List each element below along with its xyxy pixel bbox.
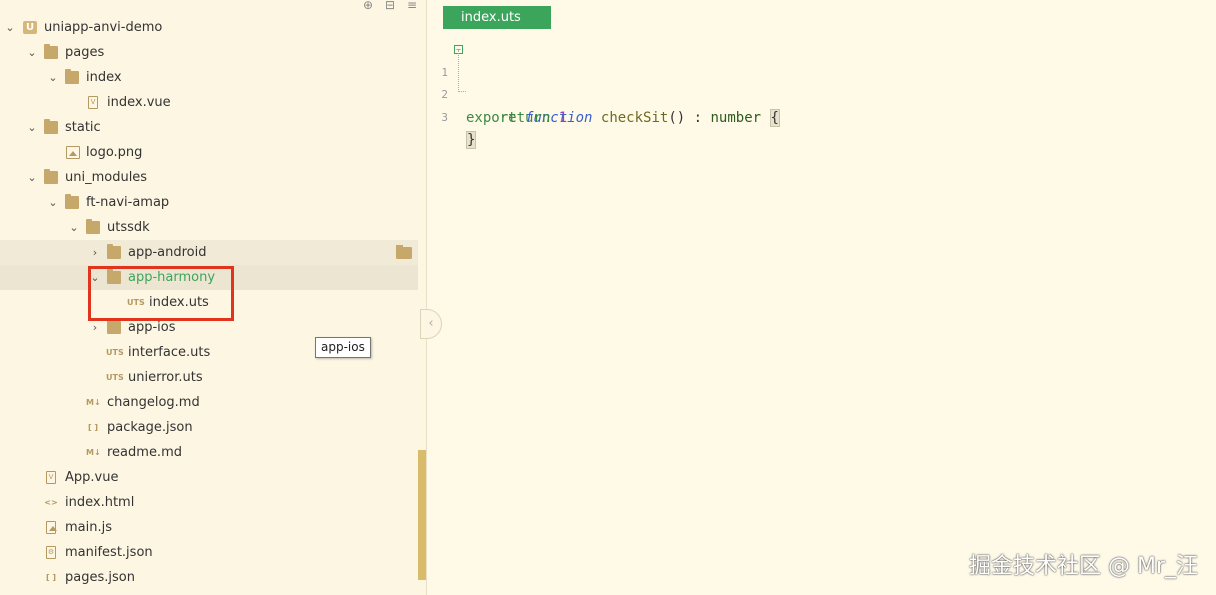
tree-item-static[interactable]: ⌄ static xyxy=(0,115,418,140)
watermark: 掘金技术社区 @ Mr_汪 xyxy=(968,554,1198,579)
project-explorer: ⊕ ⊟ ≡ ⌄ U uniapp-anvi-demo ⌄ pages ⌄ ind… xyxy=(0,0,427,595)
image-file-icon xyxy=(66,146,80,159)
tree-item-index-html[interactable]: <> index.html xyxy=(0,490,418,515)
locate-icon[interactable]: ⊕ xyxy=(362,0,374,12)
tree-item-label: changelog.md xyxy=(107,395,200,410)
tree-item-uni-modules[interactable]: ⌄ uni_modules xyxy=(0,165,418,190)
return-type: number xyxy=(710,109,762,126)
tree-item-label: uniapp-anvi-demo xyxy=(44,20,163,35)
tree-item-logo-png[interactable]: logo.png xyxy=(0,140,418,165)
tree-item-label: unierror.uts xyxy=(128,370,203,385)
uts-file-icon: UTS xyxy=(106,348,124,357)
vue-file-icon: V xyxy=(46,471,56,484)
tree-item-label: interface.uts xyxy=(128,345,211,360)
json-file-icon: [ ] xyxy=(45,573,57,582)
explorer-toolbar: ⊕ ⊟ ≡ xyxy=(362,0,418,12)
code-text: } xyxy=(466,129,477,152)
json-file-icon: [ ] xyxy=(87,423,99,432)
tree-item-label: App.vue xyxy=(65,470,119,485)
tree-item-app-vue[interactable]: V App.vue xyxy=(0,465,418,490)
markdown-file-icon: M↓ xyxy=(86,398,101,407)
code-line: 1 − export function checkSit() : number … xyxy=(428,39,1216,127)
code-text: return 1 xyxy=(466,107,567,130)
folder-icon xyxy=(44,169,58,184)
folder-icon xyxy=(44,119,58,134)
tree-item-label: manifest.json xyxy=(65,545,153,560)
chevron-down-icon[interactable]: ⌄ xyxy=(47,65,59,90)
folder-icon xyxy=(65,69,79,84)
code-area[interactable]: 1 − export function checkSit() : number … xyxy=(428,39,1216,149)
chevron-right-icon[interactable]: › xyxy=(89,240,101,265)
tree-item-uniapp-anvi-demo[interactable]: ⌄ U uniapp-anvi-demo xyxy=(0,15,418,40)
function-name: checkSit xyxy=(600,109,669,126)
tree-item-ft-navi-amap[interactable]: ⌄ ft-navi-amap xyxy=(0,190,418,215)
tree-item-pages-json[interactable]: [ ] pages.json xyxy=(0,565,418,590)
tree-item-label: logo.png xyxy=(86,145,143,160)
chevron-down-icon[interactable]: ⌄ xyxy=(47,190,59,215)
tree-item-label: pages xyxy=(65,45,105,60)
uts-file-icon: UTS xyxy=(106,373,124,382)
tooltip: app-ios xyxy=(315,337,371,358)
parens: () xyxy=(668,109,686,126)
code-line: 3 } xyxy=(428,84,1216,149)
tree-item-main-js[interactable]: main.js xyxy=(0,515,418,540)
chevron-down-icon[interactable]: ⌄ xyxy=(68,215,80,240)
tree-item-manifest-json[interactable]: ⚙ manifest.json xyxy=(0,540,418,565)
tree-item-pages[interactable]: ⌄ pages xyxy=(0,40,418,65)
tree-item-label: main.js xyxy=(65,520,112,535)
open-brace: { xyxy=(769,108,780,127)
colon: : xyxy=(685,109,711,126)
code-line: 2 return 1 xyxy=(428,62,1216,126)
tree-item-label: package.json xyxy=(107,420,193,435)
markdown-file-icon: M↓ xyxy=(86,448,101,457)
tree-item-label: uni_modules xyxy=(65,170,148,185)
keyword-return: return xyxy=(499,109,551,126)
chevron-down-icon[interactable]: ⌄ xyxy=(26,40,38,65)
tree-item-label: pages.json xyxy=(65,570,135,585)
close-brace: } xyxy=(466,131,477,149)
tree-item-readme-md[interactable]: M↓ readme.md xyxy=(0,440,418,465)
tree-item-label: readme.md xyxy=(107,445,182,460)
tree-item-label: static xyxy=(65,120,101,135)
tree-item-label: index.vue xyxy=(107,95,171,110)
folder-icon xyxy=(107,244,121,259)
annotation-highlight-box xyxy=(88,266,234,321)
tree-item-utssdk[interactable]: ⌄ utssdk xyxy=(0,215,418,240)
folder-icon xyxy=(44,44,58,59)
tab-index-uts[interactable]: index.uts xyxy=(443,6,551,29)
js-file-icon xyxy=(46,521,57,534)
chevron-down-icon[interactable]: ⌄ xyxy=(4,15,16,40)
sidebar-scrollbar[interactable] xyxy=(418,450,426,580)
number-literal: 1 xyxy=(558,109,568,126)
open-folder-icon[interactable] xyxy=(396,245,412,259)
tree-item-label: app-android xyxy=(128,245,207,260)
chevron-down-icon[interactable]: ⌄ xyxy=(26,165,38,190)
html-file-icon: <> xyxy=(44,498,58,507)
project-icon: U xyxy=(23,21,37,34)
manifest-file-icon: ⚙ xyxy=(46,546,56,559)
tree-item-package-json[interactable]: [ ] package.json xyxy=(0,415,418,440)
fold-guide xyxy=(458,50,466,92)
folder-icon xyxy=(107,319,121,334)
collapse-all-icon[interactable]: ⊟ xyxy=(384,0,396,12)
tree-item-index-folder[interactable]: ⌄ index xyxy=(0,65,418,90)
tree-item-label: utssdk xyxy=(107,220,150,235)
tree-item-app-android[interactable]: › app-android xyxy=(0,240,418,265)
tree-item-index-vue[interactable]: V index.vue xyxy=(0,90,418,115)
code-editor: index.uts 1 − export function checkSit()… xyxy=(428,0,1216,595)
tree-item-changelog-md[interactable]: M↓ changelog.md xyxy=(0,390,418,415)
folder-icon xyxy=(86,219,100,234)
line-number: 3 xyxy=(441,110,448,124)
folder-icon xyxy=(65,194,79,209)
tree-item-label: index.html xyxy=(65,495,135,510)
chevron-down-icon[interactable]: ⌄ xyxy=(26,115,38,140)
tree-item-label: ft-navi-amap xyxy=(86,195,170,210)
tree-item-unierror-uts[interactable]: UTS unierror.uts xyxy=(0,365,418,390)
menu-icon[interactable]: ≡ xyxy=(406,0,418,12)
tree-item-label: index xyxy=(86,70,122,85)
vue-file-icon: V xyxy=(88,96,98,109)
